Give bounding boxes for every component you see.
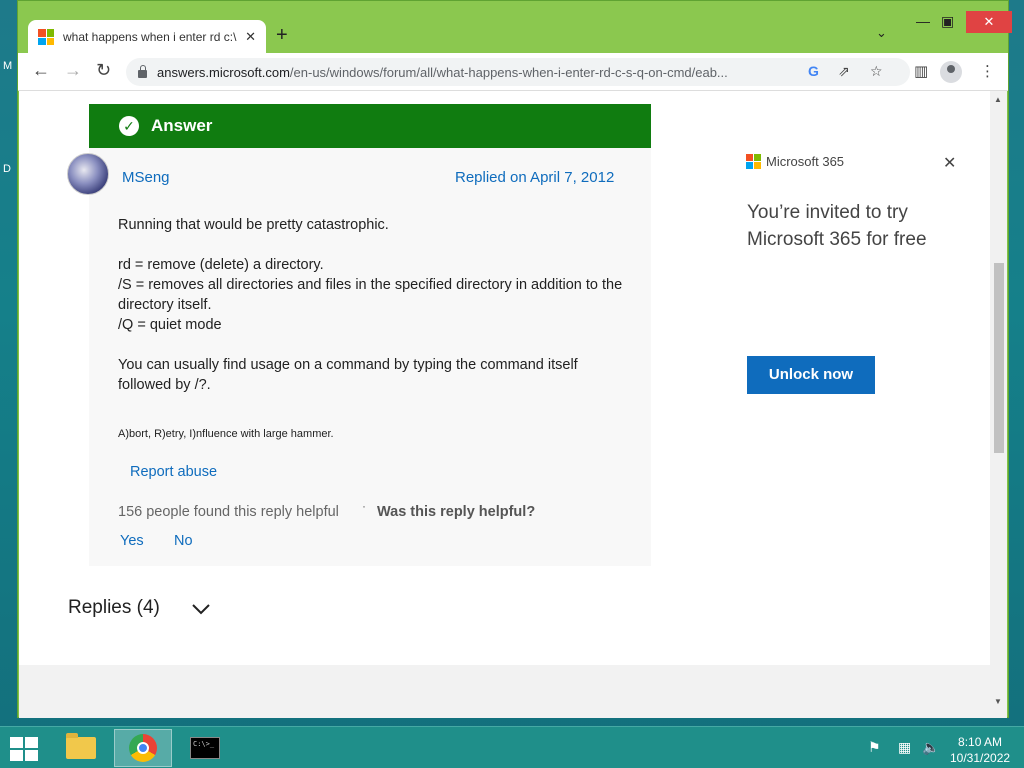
answer-label: Answer [151,116,213,135]
microsoft-365-logo: Microsoft 365 [746,154,844,169]
network-icon[interactable]: ▦ [898,739,911,756]
windows-start-icon[interactable] [10,737,38,761]
desktop-icon-label: M [3,60,13,72]
microsoft-logo-icon [38,29,54,45]
tab-title: what happens when i enter rd c:\ [63,30,237,44]
share-icon[interactable]: ⇗ [838,63,850,80]
back-icon[interactable]: ← [32,60,50,81]
body-line: Running that would be pretty catastrophi… [118,217,389,233]
cmd-taskbar-button[interactable]: C:\>_ [176,729,234,767]
browser-tab[interactable]: what happens when i enter rd c:\ ✕ [28,20,266,54]
close-icon[interactable]: ✕ [943,153,956,173]
side-panel-icon[interactable]: ▥ [914,62,928,80]
body-line: You can usually find usage on a command … [118,357,578,393]
tab-strip: what happens when i enter rd c:\ ✕ + ⌄ —… [18,1,1012,54]
signature: A)bort, R)etry, I)nfluence with large ha… [118,428,334,440]
browser-window: what happens when i enter rd c:\ ✕ + ⌄ —… [17,0,1012,718]
network-warning-icon[interactable]: ⚑ [868,739,881,756]
close-window-button[interactable]: ✕ [966,11,1012,33]
no-button[interactable]: No [174,533,193,549]
scroll-up-icon[interactable]: ▲ [994,95,1002,104]
forward-icon[interactable]: → [64,60,82,81]
checkmark-icon: ✓ [119,116,139,136]
replies-heading[interactable]: Replies (4) [68,597,160,619]
terminal-icon: C:\>_ [190,737,220,759]
avatar[interactable] [67,153,109,195]
url-text[interactable]: answers.microsoft.com/en-us/windows/foru… [157,65,787,80]
address-bar[interactable]: answers.microsoft.com/en-us/windows/foru… [126,58,910,86]
ad-headline: You’re invited to try Microsoft 365 for … [747,202,927,250]
bookmark-star-icon[interactable]: ☆ [870,63,883,80]
microsoft-logo-icon [746,154,761,169]
scroll-down-icon[interactable]: ▼ [994,697,1002,706]
volume-icon[interactable]: 🔈 [922,739,939,756]
scroll-thumb[interactable] [994,263,1004,453]
browser-toolbar: ← → ↻ answers.microsoft.com/en-us/window… [18,53,1008,91]
chevron-down-icon[interactable] [191,599,211,619]
body-line: rd = remove (delete) a directory. [118,257,324,273]
scrollbar[interactable]: ▲ ▼ [990,91,1007,718]
yes-button[interactable]: Yes [120,533,144,549]
body-line: /S = removes all directories and files i… [118,277,623,313]
helpful-count: 156 people found this reply helpful [118,504,339,520]
author-link[interactable]: MSeng [122,169,170,186]
menu-icon[interactable]: ⋮ [980,62,995,80]
reload-icon[interactable]: ↻ [96,60,111,81]
chrome-icon [129,734,157,762]
ad-brand: Microsoft 365 [766,154,845,169]
clock-time: 8:10 AM [958,735,1003,749]
body-line: /Q = quiet mode [118,317,222,333]
taskbar: C:\>_ ⚑ ▦ 🔈 8:10 AM 10/31/2022 [0,726,1024,768]
page-footer-area [19,665,990,718]
separator: · [362,499,366,513]
folder-icon [66,733,96,759]
system-clock[interactable]: 8:10 AM 10/31/2022 [950,734,1010,766]
page-content: ✓ Answer MSeng Replied on April 7, 2012 … [19,91,990,665]
answer-header: ✓ Answer [89,104,651,148]
chrome-taskbar-button[interactable] [114,729,172,767]
tab-close-icon[interactable]: ✕ [245,29,256,45]
maximize-button[interactable]: ▣ [941,13,954,30]
report-abuse-link[interactable]: Report abuse [130,464,217,480]
reply-date-link[interactable]: Replied on April 7, 2012 [455,169,614,186]
unlock-now-button[interactable]: Unlock now [747,356,875,394]
new-tab-button[interactable]: + [276,24,288,47]
tab-search-icon[interactable]: ⌄ [876,25,887,41]
lock-icon [138,64,147,78]
helpful-question: Was this reply helpful? [377,504,536,520]
clock-date: 10/31/2022 [950,751,1011,765]
minimize-button[interactable]: — [916,13,930,29]
file-explorer-button[interactable] [52,729,110,767]
google-lens-icon[interactable]: G [808,63,819,79]
desktop-icon-label: D [3,163,11,175]
profile-icon[interactable] [940,61,962,83]
